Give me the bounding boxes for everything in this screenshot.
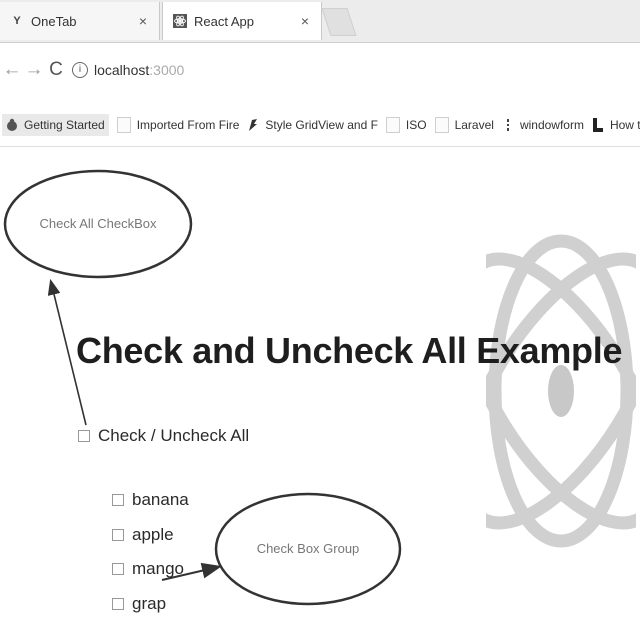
fruit-item-apple[interactable]: apple xyxy=(112,525,174,545)
onetab-icon: Y xyxy=(13,15,21,27)
bookmark-style-gridview[interactable]: Style GridView and F xyxy=(247,118,378,132)
tab-title: React App xyxy=(194,13,254,29)
forward-button[interactable]: → xyxy=(24,59,44,81)
page-icon xyxy=(434,117,449,133)
fruit-label[interactable]: grap xyxy=(132,594,166,614)
fruit-checkbox[interactable] xyxy=(112,563,124,575)
style-icon xyxy=(247,118,259,132)
fruit-label[interactable]: mango xyxy=(132,559,184,579)
annotation-check-all-label: Check All CheckBox xyxy=(39,216,157,231)
bookmark-label: Imported From Fire xyxy=(136,118,240,132)
close-tab-icon[interactable]: × xyxy=(297,13,313,29)
browser-toolbar: ← → C i localhost :3000 xyxy=(0,43,640,103)
bookmarks-bar: Getting Started Imported From Fire Style… xyxy=(0,104,640,147)
tab-react-app[interactable]: React App × xyxy=(162,2,322,40)
fruit-checkbox[interactable] xyxy=(112,494,124,506)
fruit-label[interactable]: banana xyxy=(132,490,189,510)
reload-button[interactable]: C xyxy=(46,59,66,81)
windowform-icon xyxy=(502,118,514,132)
bookmark-windowform[interactable]: windowform xyxy=(502,118,584,132)
react-app-icon xyxy=(173,14,187,28)
url-port: :3000 xyxy=(149,62,185,78)
getting-started-icon xyxy=(6,118,18,132)
fruit-item-grap[interactable]: grap xyxy=(112,594,166,614)
page-title: Check and Uncheck All Example xyxy=(76,330,623,371)
tab-strip: Y OneTab × React App × xyxy=(0,0,640,43)
bookmark-getting-started[interactable]: Getting Started xyxy=(2,114,109,136)
page-icon xyxy=(385,117,400,133)
info-icon[interactable]: i xyxy=(72,62,88,78)
fruit-checkbox[interactable] xyxy=(112,529,124,541)
close-tab-icon[interactable]: × xyxy=(135,13,151,29)
fruit-label[interactable]: apple xyxy=(132,525,174,545)
bookmark-l-icon xyxy=(592,118,604,132)
fruit-item-banana[interactable]: banana xyxy=(112,490,189,510)
tab-onetab[interactable]: Y OneTab × xyxy=(0,2,160,40)
bookmark-label: ISO xyxy=(405,118,427,132)
check-all-checkbox[interactable] xyxy=(78,430,90,442)
fruit-item-mango[interactable]: mango xyxy=(112,559,184,579)
check-all-label[interactable]: Check / Uncheck All xyxy=(98,426,249,446)
tab-title: OneTab xyxy=(31,13,77,29)
bookmark-imported[interactable]: Imported From Fire xyxy=(116,117,240,133)
bookmark-label: Laravel xyxy=(454,118,494,132)
url-host: localhost xyxy=(94,62,150,78)
back-button[interactable]: ← xyxy=(2,59,22,81)
check-all-row[interactable]: Check / Uncheck All xyxy=(78,426,249,446)
new-tab-button[interactable] xyxy=(321,8,357,36)
bookmark-iso[interactable]: ISO xyxy=(385,117,427,133)
fruit-checkbox[interactable] xyxy=(112,598,124,610)
bookmark-laravel[interactable]: Laravel xyxy=(434,117,494,133)
bookmark-label: How to create mult xyxy=(609,118,640,132)
address-bar[interactable]: i localhost :3000 xyxy=(72,55,632,85)
bookmark-label: Style GridView and F xyxy=(265,118,378,132)
bookmark-label: windowform xyxy=(519,118,584,132)
page-icon xyxy=(116,117,131,133)
bookmark-label: Getting Started xyxy=(24,118,105,132)
bookmark-how-to-create[interactable]: How to create mult xyxy=(592,118,640,132)
react-logo-icon xyxy=(486,234,636,548)
annotation-group-label: Check Box Group xyxy=(256,541,360,556)
